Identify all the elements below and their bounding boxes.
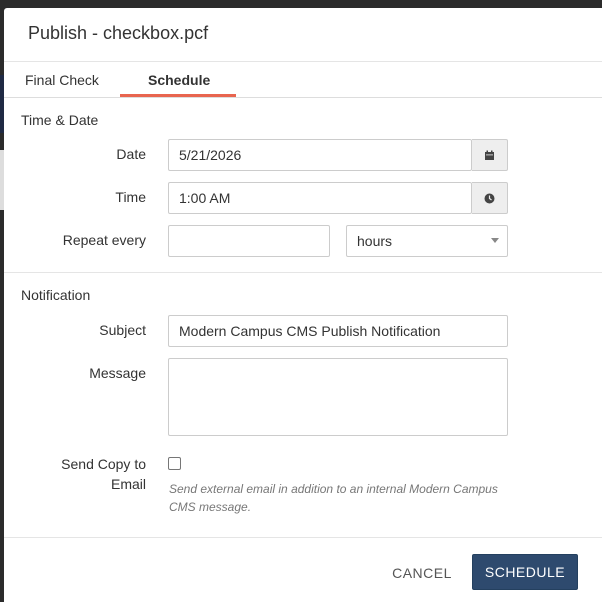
modal-header: Publish - checkbox.pcf [4, 8, 602, 62]
modal-title: Publish - checkbox.pcf [28, 23, 209, 43]
message-label: Message [89, 365, 146, 381]
send-copy-label: Send Copy to Email [16, 454, 146, 494]
time-date-section-label: Time & Date [21, 112, 99, 128]
time-picker-button[interactable] [472, 182, 508, 214]
chevron-down-icon [491, 238, 499, 243]
modal-footer-divider [4, 537, 602, 538]
section-divider [4, 272, 602, 273]
send-copy-label-line1: Send Copy to [61, 456, 146, 472]
date-label: Date [116, 146, 146, 162]
send-copy-checkbox[interactable] [168, 457, 181, 470]
repeat-interval-input[interactable] [168, 225, 330, 257]
clock-icon [484, 193, 495, 204]
cancel-button[interactable]: CANCEL [384, 555, 460, 591]
tab-schedule[interactable]: Schedule [148, 72, 210, 88]
message-textarea[interactable] [168, 358, 508, 436]
subject-label: Subject [99, 322, 146, 338]
notification-section-label: Notification [21, 287, 91, 303]
repeat-every-label: Repeat every [62, 232, 146, 248]
repeat-unit-value: hours [357, 233, 393, 249]
date-input[interactable]: 5/21/2026 [168, 139, 472, 171]
send-copy-label-line2: Email [110, 476, 146, 492]
calendar-icon [484, 150, 495, 161]
schedule-button[interactable]: SCHEDULE [472, 554, 578, 590]
send-copy-help-text: Send external email in addition to an in… [169, 482, 498, 514]
time-label: Time [115, 189, 146, 205]
repeat-unit-select[interactable]: hours [346, 225, 508, 257]
active-tab-indicator [120, 94, 236, 97]
date-picker-button[interactable] [472, 139, 508, 171]
time-input[interactable]: 1:00 AM [168, 182, 472, 214]
tab-bar: Final Check Schedule [4, 62, 602, 98]
tab-final-check[interactable]: Final Check [25, 72, 99, 88]
publish-modal: Publish - checkbox.pcf Final Check Sched… [4, 8, 602, 602]
subject-input[interactable]: Modern Campus CMS Publish Notification [168, 315, 508, 347]
